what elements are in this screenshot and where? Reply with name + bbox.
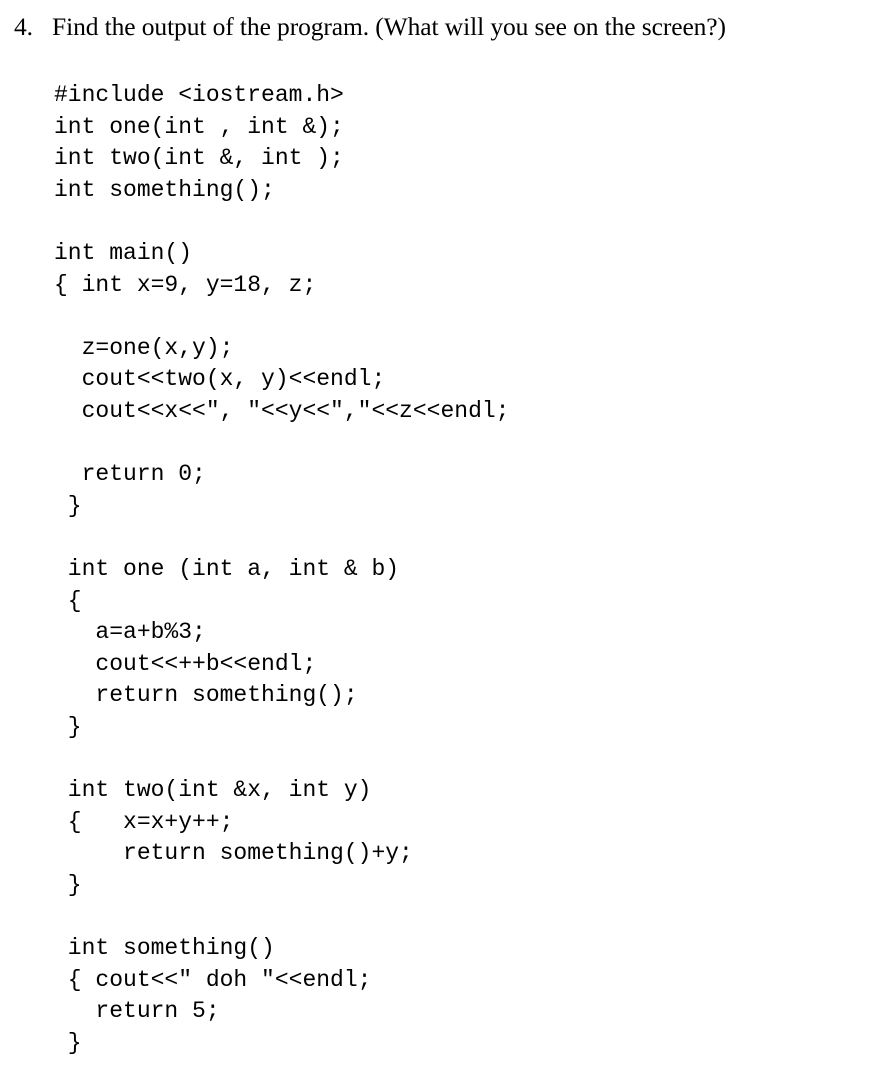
code-line: { bbox=[54, 587, 82, 614]
code-line: int one(int , int &); bbox=[54, 113, 344, 140]
code-line: } bbox=[54, 713, 82, 740]
code-line: return 0; bbox=[54, 461, 206, 488]
code-line: int main() bbox=[54, 239, 193, 266]
code-line: cout<<two(x, y)<<endl; bbox=[54, 366, 386, 393]
question-heading: 4. Find the output of the program. (What… bbox=[14, 11, 880, 43]
code-line: { int x=9, y=18, z; bbox=[54, 271, 317, 298]
code-line: return something(); bbox=[54, 682, 358, 709]
question-prompt-text: Find the output of the program. (What wi… bbox=[52, 12, 726, 41]
code-line: int one (int a, int & b) bbox=[54, 555, 400, 582]
code-line: z=one(x,y); bbox=[54, 334, 234, 361]
code-line: cout<<++b<<endl; bbox=[54, 650, 317, 677]
code-listing: #include <iostream.h> int one(int , int &… bbox=[0, 80, 890, 1059]
code-line: { x=x+y++; bbox=[54, 808, 234, 835]
code-line: { cout<<" doh "<<endl; bbox=[54, 966, 372, 993]
code-line: #include <iostream.h> bbox=[54, 82, 344, 108]
code-line: } bbox=[54, 871, 82, 898]
document-page: 4. Find the output of the program. (What… bbox=[0, 0, 890, 1084]
code-line: return something()+y; bbox=[54, 840, 413, 867]
code-line: int two(int &x, int y) bbox=[54, 777, 372, 804]
code-line: a=a+b%3; bbox=[54, 619, 206, 646]
code-line: cout<<x<<", "<<y<<","<<z<<endl; bbox=[54, 397, 510, 424]
code-line: return 5; bbox=[54, 998, 220, 1025]
question-number: 4. bbox=[14, 12, 33, 41]
code-line: int something() bbox=[54, 935, 275, 962]
code-line: int two(int &, int ); bbox=[54, 145, 344, 172]
code-line: } bbox=[54, 492, 82, 519]
code-line: } bbox=[54, 1029, 82, 1056]
code-line: int something(); bbox=[54, 176, 275, 203]
